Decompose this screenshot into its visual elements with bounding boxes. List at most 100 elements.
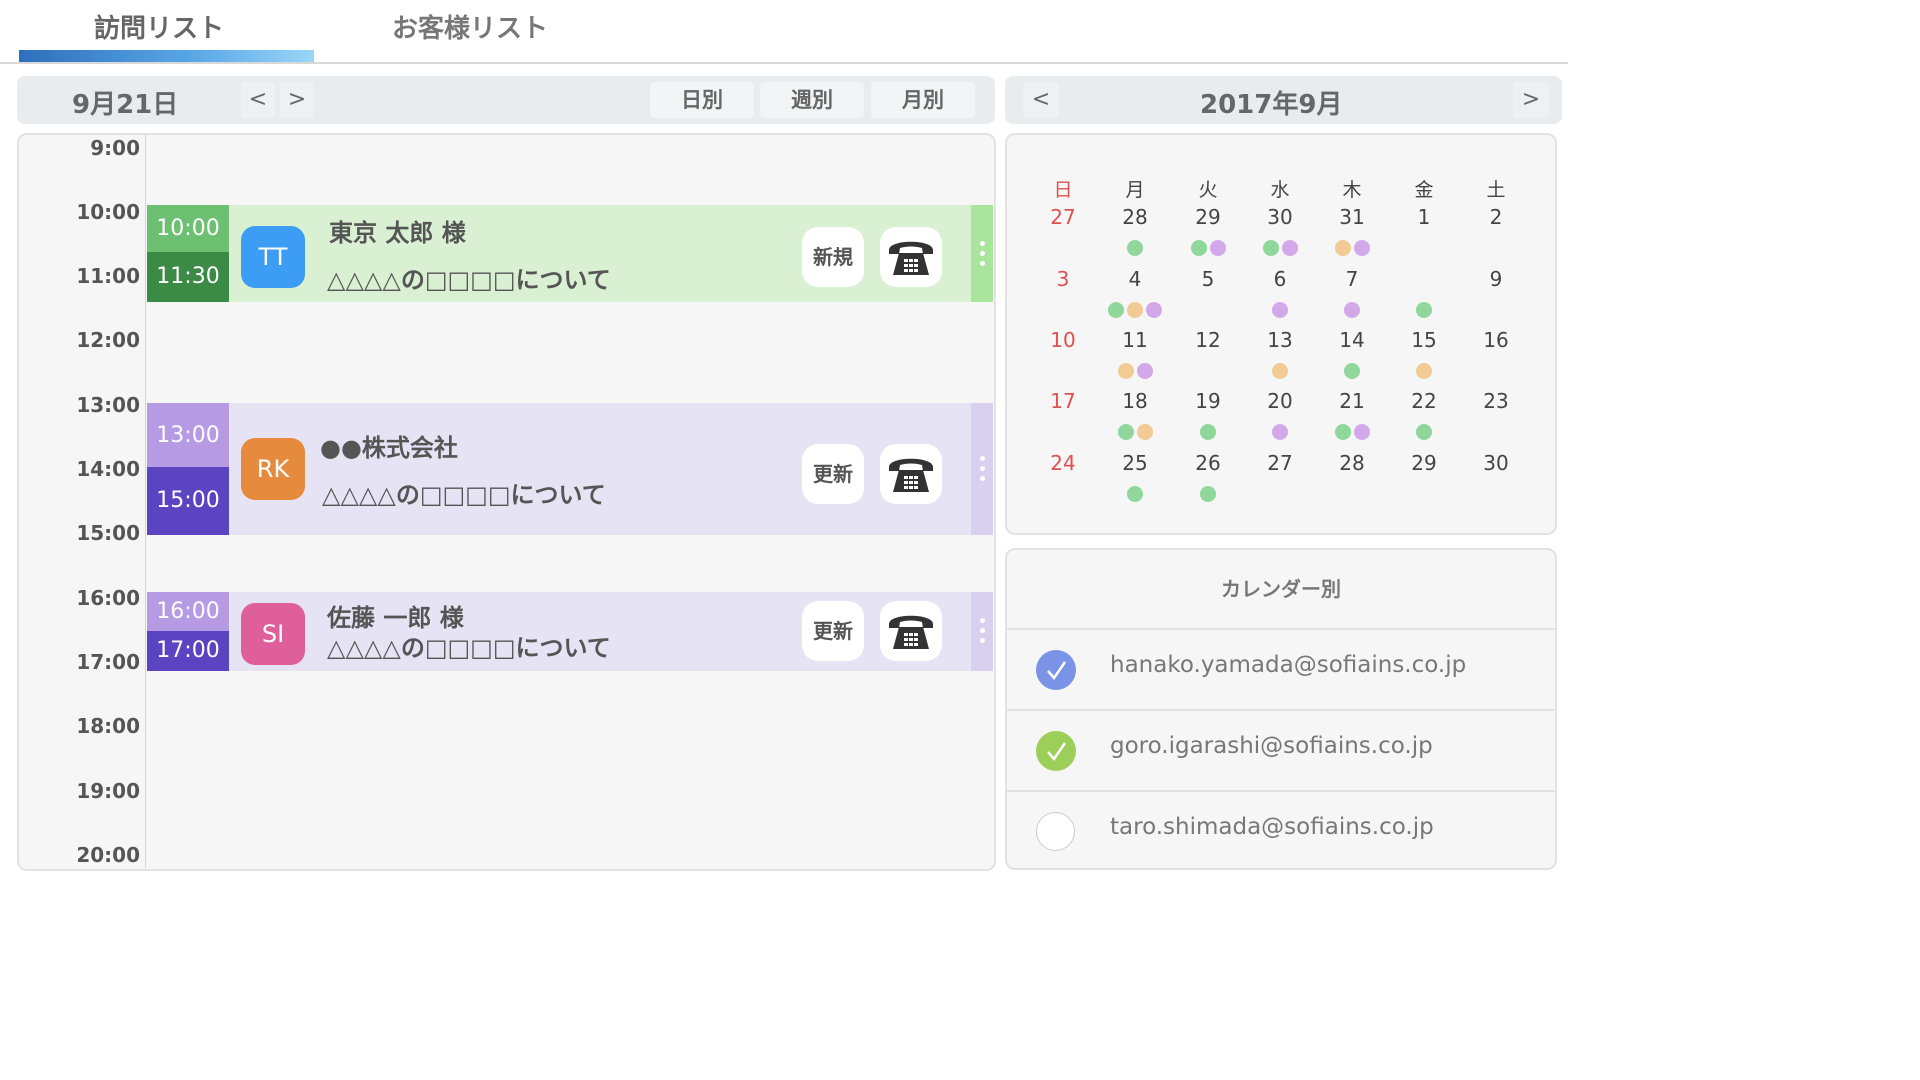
calendar-day[interactable]: 28	[1327, 451, 1377, 475]
event-indicator-dot	[1416, 363, 1432, 379]
tab-label: 訪問リスト	[93, 14, 224, 44]
calendar-day[interactable]: 22	[1399, 389, 1449, 413]
tab-divider	[0, 62, 1568, 64]
tab-customer-list[interactable]: お客様リスト	[330, 0, 610, 62]
hour-label: 13:00	[76, 393, 140, 417]
calendar-day[interactable]: 18	[1110, 389, 1160, 413]
calendar-day[interactable]: 19	[1183, 389, 1233, 413]
calendar-filter-item[interactable]: hanako.yamada@sofiains.co.jp	[1007, 628, 1555, 710]
calendar-day[interactable]: 25	[1110, 451, 1160, 475]
calendar-day[interactable]: 10	[1038, 328, 1088, 352]
view-daily-button[interactable]: 日別	[650, 82, 754, 118]
calendar-day[interactable]: 27	[1255, 451, 1305, 475]
calendar-day[interactable]: 24	[1038, 451, 1088, 475]
start-time: 16:00	[147, 592, 229, 631]
call-button[interactable]	[880, 444, 942, 504]
calendar-day[interactable]: 5	[1183, 267, 1233, 291]
prev-day-button[interactable]: <	[241, 82, 275, 118]
weekday-label: 月	[1125, 179, 1145, 201]
calendar-day[interactable]: 21	[1327, 389, 1377, 413]
next-month-button[interactable]: >	[1513, 82, 1549, 118]
calendar-day[interactable]: 31	[1327, 205, 1377, 229]
calendar-day[interactable]: 13	[1255, 328, 1305, 352]
end-time: 17:00	[147, 631, 229, 671]
appointment-subject: △△△△の□□□□について	[327, 634, 611, 662]
calendar-day[interactable]: 30	[1255, 205, 1305, 229]
end-time: 15:00	[147, 467, 229, 535]
prev-month-button[interactable]: <	[1023, 82, 1059, 118]
call-button[interactable]	[880, 227, 942, 287]
status-update-button[interactable]: 更新	[802, 601, 864, 661]
appointment-subject: △△△△の□□□□について	[322, 481, 606, 509]
calendar-day[interactable]: 20	[1255, 389, 1305, 413]
status-update-button[interactable]: 更新	[802, 444, 864, 504]
event-indicator-dot	[1272, 302, 1288, 318]
drag-handle[interactable]	[971, 205, 993, 302]
event-indicator-dot	[1281, 240, 1298, 256]
check-icon[interactable]	[1036, 650, 1076, 690]
calendar-month-title: 2017年9月	[1200, 90, 1343, 120]
current-date: 9月21日	[72, 90, 179, 120]
check-icon[interactable]	[1036, 731, 1076, 771]
start-time: 13:00	[147, 403, 229, 467]
calendar-day[interactable]: 4	[1110, 267, 1160, 291]
calendar-day[interactable]: 9	[1471, 267, 1521, 291]
calendar-day[interactable]: 6	[1255, 267, 1305, 291]
calendar-day[interactable]: 17	[1038, 389, 1088, 413]
calendar-email: hanako.yamada@sofiains.co.jp	[1110, 652, 1467, 678]
event-indicator-dot	[1117, 363, 1134, 379]
calendar-day[interactable]: 23	[1471, 389, 1521, 413]
appointment-card[interactable]: 10:00 11:30 TT 東京 太郎 様 △△△△の□□□□について 新規	[147, 205, 993, 302]
event-indicator-dot	[1344, 363, 1360, 379]
view-monthly-button[interactable]: 月別	[871, 82, 975, 118]
calendar-day[interactable]: 26	[1183, 451, 1233, 475]
event-indicator-dot	[1190, 240, 1207, 256]
calendar-filter-heading: カレンダー別	[1221, 577, 1341, 601]
calendar-day[interactable]: 30	[1471, 451, 1521, 475]
calendar-day[interactable]: 3	[1038, 267, 1088, 291]
next-day-button[interactable]: >	[280, 82, 314, 118]
calendar-filter-item[interactable]: taro.shimada@sofiains.co.jp	[1007, 790, 1555, 872]
event-indicator-dot	[1127, 240, 1143, 256]
event-indicator-dot	[1200, 424, 1216, 440]
hour-label: 19:00	[76, 779, 140, 803]
calendar-filter-item[interactable]: goro.igarashi@sofiains.co.jp	[1007, 709, 1555, 791]
appointment-card[interactable]: 13:00 15:00 RK ●●株式会社 △△△△の□□□□について 更新	[147, 403, 993, 535]
calendar-day[interactable]: 7	[1327, 267, 1377, 291]
view-weekly-button[interactable]: 週別	[760, 82, 864, 118]
event-indicator-dot	[1108, 302, 1124, 318]
event-indicator-dot	[1272, 363, 1288, 379]
calendar-email: goro.igarashi@sofiains.co.jp	[1110, 733, 1433, 759]
time-column-divider	[145, 135, 146, 868]
call-button[interactable]	[880, 601, 942, 661]
drag-handle[interactable]	[971, 592, 993, 671]
tab-label: お客様リスト	[391, 14, 548, 44]
event-indicator-dot	[1416, 424, 1432, 440]
calendar-day[interactable]: 2	[1471, 205, 1521, 229]
phone-icon	[889, 458, 933, 492]
hour-label: 18:00	[76, 714, 140, 738]
hour-label: 17:00	[76, 650, 140, 674]
appointment-title: 東京 太郎 様	[329, 219, 466, 247]
appointment-card[interactable]: 16:00 17:00 SI 佐藤 一郎 様 △△△△の□□□□について 更新	[147, 592, 993, 671]
hour-label: 20:00	[76, 843, 140, 867]
status-new-button[interactable]: 新規	[802, 227, 864, 287]
weekday-label: 土	[1486, 179, 1506, 201]
calendar-day[interactable]: 29	[1183, 205, 1233, 229]
calendar-day[interactable]: 14	[1327, 328, 1377, 352]
calendar-day[interactable]: 1	[1399, 205, 1449, 229]
calendar-day[interactable]: 12	[1183, 328, 1233, 352]
calendar-day[interactable]: 27	[1038, 205, 1088, 229]
calendar-day[interactable]: 16	[1471, 328, 1521, 352]
avatar: TT	[241, 226, 305, 288]
hour-label: 14:00	[76, 457, 140, 481]
hour-label: 12:00	[76, 328, 140, 352]
drag-handle[interactable]	[971, 403, 993, 535]
appointment-title: ●●株式会社	[320, 434, 458, 462]
calendar-day[interactable]: 15	[1399, 328, 1449, 352]
calendar-day[interactable]: 29	[1399, 451, 1449, 475]
calendar-day[interactable]: 11	[1110, 328, 1160, 352]
calendar-day[interactable]: 28	[1110, 205, 1160, 229]
unchecked-circle-icon[interactable]	[1036, 812, 1075, 851]
event-indicator-dot	[1416, 302, 1432, 318]
